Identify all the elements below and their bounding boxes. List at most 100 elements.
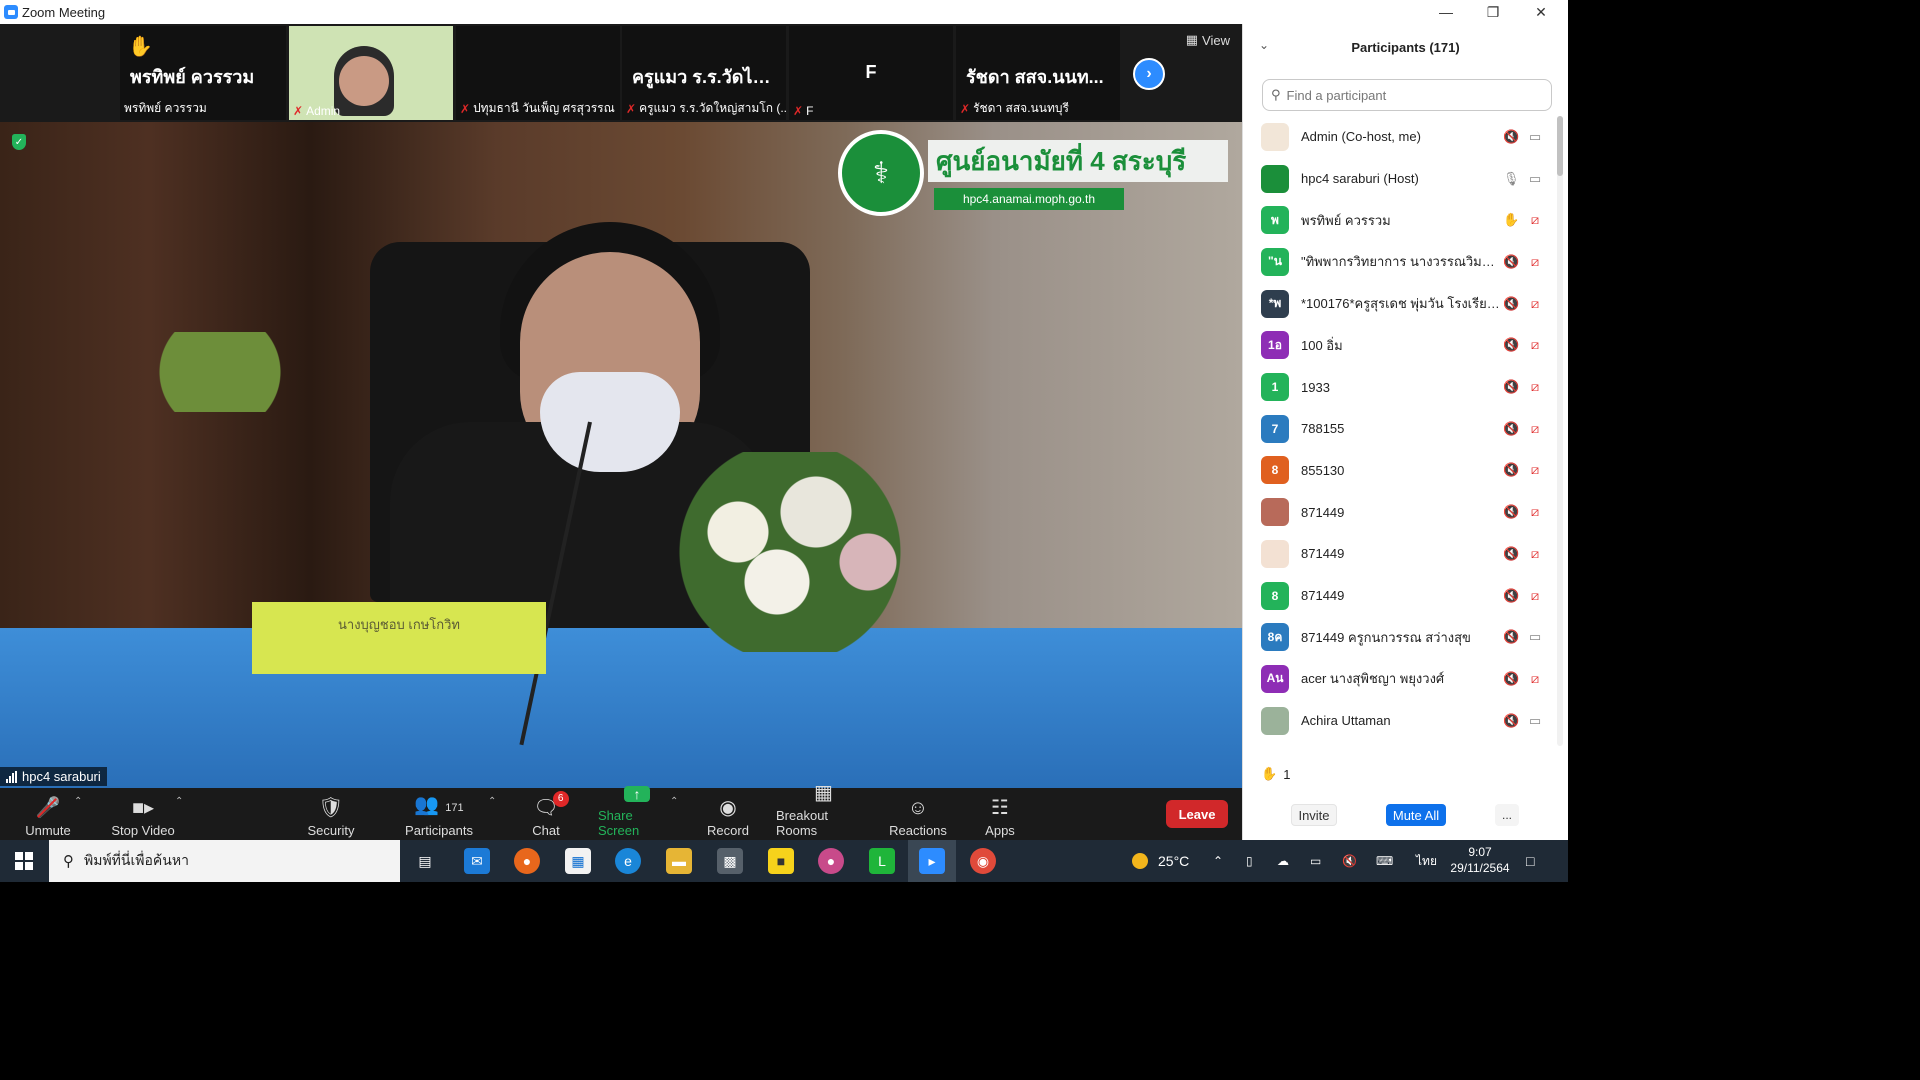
apps-button[interactable]: ☷ Apps bbox=[982, 792, 1018, 838]
volume-muted-icon[interactable]: 🔇 bbox=[1342, 840, 1357, 882]
participant-row[interactable]: Aน acer นางสุพิชญา พยุงวงศ์ 🔇 ⧄ bbox=[1243, 658, 1553, 700]
mic-muted-icon[interactable]: 🔇 bbox=[1503, 421, 1519, 437]
participant-row[interactable]: พ พรทิพย์ ควรรวม ✋ ⧄ bbox=[1243, 199, 1553, 241]
video-off-icon[interactable]: ⧄ bbox=[1526, 379, 1544, 395]
mic-muted-icon[interactable]: 🔇 bbox=[1503, 254, 1519, 270]
keyboard-icon[interactable]: ⌨ bbox=[1376, 840, 1393, 882]
participant-row[interactable]: hpc4 saraburi (Host) 🎙 ▭ bbox=[1243, 158, 1553, 200]
mail-icon[interactable]: ✉ bbox=[464, 848, 490, 874]
participant-row[interactable]: Admin (Co-host, me) 🔇 ▭ bbox=[1243, 116, 1553, 158]
mic-muted-icon[interactable]: 🔇 bbox=[1503, 462, 1519, 478]
microsoft-store-icon[interactable]: ▦ bbox=[565, 848, 591, 874]
video-off-icon[interactable]: ⧄ bbox=[1526, 421, 1544, 437]
close-icon[interactable]: ✕ bbox=[1518, 0, 1564, 24]
audio-options-caret-icon[interactable]: ⌃ bbox=[74, 796, 82, 807]
monitor-app-icon[interactable]: ▩ bbox=[717, 848, 743, 874]
video-options-caret-icon[interactable]: ⌃ bbox=[175, 796, 183, 807]
participant-row[interactable]: 1 1933 🔇 ⧄ bbox=[1243, 366, 1553, 408]
participant-thumbnail[interactable]: ✗ ปทุมธานี วันเพ็ญ ศรสุวรรณ bbox=[456, 26, 620, 120]
taskbar-clock[interactable]: 9:07 29/11/2564 bbox=[1448, 844, 1512, 876]
mic-muted-icon[interactable]: 🔇 bbox=[1503, 296, 1519, 312]
participant-thumbnail[interactable]: ครูแมว ร.ร.วัดไห... ✗ ครูแมว ร.ร.วัดใหญ่ส… bbox=[622, 26, 786, 120]
mic-muted-icon[interactable]: 🔇 bbox=[1503, 129, 1519, 145]
share-options-caret-icon[interactable]: ⌃ bbox=[670, 796, 678, 807]
view-button[interactable]: ▦ View bbox=[1186, 32, 1230, 48]
participant-thumbnail[interactable]: F ✗ F bbox=[789, 26, 953, 120]
firefox-icon[interactable]: ● bbox=[514, 848, 540, 874]
device-icon[interactable]: ▯ bbox=[1246, 840, 1253, 882]
participant-thumbnail[interactable]: ✗ Admin bbox=[289, 26, 453, 120]
more-options-button[interactable]: ... bbox=[1495, 804, 1519, 826]
breakout-rooms-button[interactable]: ▦ Breakout Rooms bbox=[776, 782, 871, 838]
video-off-icon[interactable]: ⧄ bbox=[1526, 296, 1544, 312]
participants-options-caret-icon[interactable]: ⌃ bbox=[488, 796, 496, 807]
reactions-button[interactable]: ☺ Reactions bbox=[889, 792, 947, 838]
notification-icon[interactable]: □ bbox=[1526, 840, 1534, 882]
video-off-icon[interactable]: ⧄ bbox=[1526, 504, 1544, 520]
record-button[interactable]: ◉ Record bbox=[706, 792, 750, 838]
video-off-icon[interactable]: ⧄ bbox=[1526, 671, 1544, 687]
participant-thumbnail[interactable]: ✋ พรทิพย์ ควรรวม พรทิพย์ ควรรวม bbox=[120, 26, 286, 120]
mic-muted-icon[interactable]: 🔇 bbox=[1503, 546, 1519, 562]
minimize-icon[interactable]: — bbox=[1423, 0, 1469, 24]
video-off-icon[interactable]: ⧄ bbox=[1526, 546, 1544, 562]
raised-hand-icon[interactable]: ✋ bbox=[1503, 212, 1519, 228]
participants-scrollbar[interactable] bbox=[1557, 116, 1563, 746]
battery-icon[interactable]: ▭ bbox=[1310, 840, 1321, 882]
weather-widget[interactable]: 25°C bbox=[1132, 840, 1189, 882]
windows-start-button[interactable] bbox=[0, 840, 48, 882]
mic-muted-icon[interactable]: 🔇 bbox=[1503, 379, 1519, 395]
participants-button[interactable]: 👥 171 Participants bbox=[404, 792, 474, 838]
onedrive-error-icon[interactable]: ☁ bbox=[1277, 840, 1289, 882]
security-button[interactable]: 🛡 Security bbox=[305, 792, 357, 838]
participant-row[interactable]: 7 788155 🔇 ⧄ bbox=[1243, 408, 1553, 450]
mute-all-button[interactable]: Mute All bbox=[1386, 804, 1446, 826]
restore-icon[interactable]: ❐ bbox=[1470, 0, 1516, 24]
participant-row[interactable]: 8 855130 🔇 ⧄ bbox=[1243, 450, 1553, 492]
colorful-app-icon[interactable]: ● bbox=[818, 848, 844, 874]
video-on-icon[interactable]: ▭ bbox=[1526, 629, 1544, 645]
task-view-icon[interactable]: ▤ bbox=[412, 848, 438, 874]
stop-video-button[interactable]: ■▸ Stop Video bbox=[108, 792, 178, 838]
mic-muted-icon[interactable]: 🔇 bbox=[1503, 588, 1519, 604]
participant-row[interactable]: 1อ 100 อิ่ม 🔇 ⧄ bbox=[1243, 325, 1553, 367]
mic-muted-icon[interactable]: 🔇 bbox=[1503, 713, 1519, 729]
sticky-notes-icon[interactable]: ■ bbox=[768, 848, 794, 874]
participant-row[interactable]: 871449 🔇 ⧄ bbox=[1243, 533, 1553, 575]
file-explorer-icon[interactable]: ▬ bbox=[666, 848, 692, 874]
participant-row[interactable]: 8ค 871449 ครูกนกวรรณ สว่างสุข 🔇 ▭ bbox=[1243, 616, 1553, 658]
video-on-icon[interactable]: ▭ bbox=[1526, 171, 1544, 187]
find-participant-search[interactable]: ⚲ Find a participant bbox=[1262, 79, 1552, 111]
next-page-arrow-icon[interactable]: › bbox=[1133, 58, 1165, 90]
mic-muted-icon[interactable]: 🔇 bbox=[1503, 671, 1519, 687]
participant-row[interactable]: 871449 🔇 ⧄ bbox=[1243, 491, 1553, 533]
line-app-icon[interactable]: L bbox=[869, 848, 895, 874]
mic-on-icon[interactable]: 🎙 bbox=[1503, 171, 1520, 187]
video-off-icon[interactable]: ⧄ bbox=[1526, 212, 1544, 228]
participant-row[interactable]: 8 871449 🔇 ⧄ bbox=[1243, 575, 1553, 617]
taskbar-search-box[interactable]: ⚲ พิมพ์ที่นี่เพื่อค้นหา bbox=[49, 840, 400, 882]
participant-row[interactable]: *พ *100176*ครูสุรเดช พุ่มวัน โรงเรียนวั..… bbox=[1243, 283, 1553, 325]
video-off-icon[interactable]: ⧄ bbox=[1526, 588, 1544, 604]
zoom-taskbar-icon[interactable]: ▸ bbox=[919, 848, 945, 874]
video-on-icon[interactable]: ▭ bbox=[1526, 129, 1544, 145]
participant-thumbnail[interactable]: รัชดา สสจ.นนท... ✗ รัชดา สสจ.นนทบุรี bbox=[956, 26, 1120, 120]
mic-muted-icon[interactable]: 🔇 bbox=[1503, 629, 1519, 645]
invite-button[interactable]: Invite bbox=[1291, 804, 1337, 826]
leave-button[interactable]: Leave bbox=[1166, 800, 1228, 828]
video-off-icon[interactable]: ⧄ bbox=[1526, 254, 1544, 270]
video-off-icon[interactable]: ⧄ bbox=[1526, 462, 1544, 478]
participant-row[interactable]: "น "ทิพพากรวิทยาการ นางวรรณวิมล คล้า...🔇 ⧄ bbox=[1243, 241, 1553, 283]
video-off-icon[interactable]: ⧄ bbox=[1526, 337, 1544, 353]
participant-row[interactable]: Achira Uttaman 🔇 ▭ bbox=[1243, 700, 1553, 742]
chat-button[interactable]: 🗨 6 Chat bbox=[526, 791, 569, 838]
chrome-icon[interactable]: ◉ bbox=[970, 848, 996, 874]
unmute-button[interactable]: 🎤 Unmute bbox=[20, 792, 76, 838]
edge-browser-icon[interactable]: e bbox=[615, 848, 641, 874]
scrollbar-thumb[interactable] bbox=[1557, 116, 1563, 176]
show-hidden-icons-chevron[interactable]: ⌃ bbox=[1213, 840, 1223, 882]
zoom-taskbar-active[interactable]: ▸ bbox=[908, 840, 956, 882]
video-on-icon[interactable]: ▭ bbox=[1526, 713, 1544, 729]
share-screen-button[interactable]: ↑ Share Screen bbox=[598, 786, 676, 838]
mic-muted-icon[interactable]: 🔇 bbox=[1503, 337, 1519, 353]
